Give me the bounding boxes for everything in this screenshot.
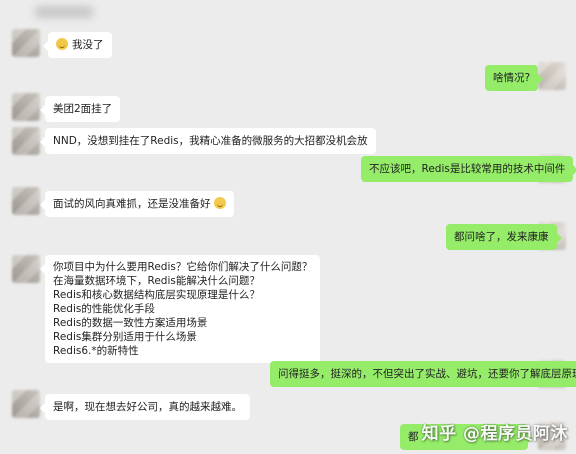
avatar[interactable] bbox=[12, 255, 40, 283]
embarrassed-emoji-icon bbox=[213, 197, 226, 209]
message-bubble-outgoing[interactable]: 问得挺多，挺深的，不但突出了实战、避坑，还要你了解底层原理 bbox=[270, 361, 576, 387]
message-text: NND，没想到挂在了Redis，我精心准备的微服务的大招都没机会放 bbox=[53, 135, 368, 147]
message-bubble-incoming[interactable]: NND，没想到挂在了Redis，我精心准备的微服务的大招都没机会放 bbox=[40, 128, 376, 154]
watermark: 知乎 @程序员阿沐 bbox=[421, 424, 568, 444]
question-line: Redis6.*的新特性 bbox=[53, 345, 139, 357]
message-bubble-outgoing[interactable]: 不应该吧，Redis是比较常用的技术中间件 bbox=[361, 156, 576, 182]
message-text: 都 bbox=[408, 431, 419, 443]
chat-area: 我没了 啥情况? 美团2面挂了 NND，没想到挂在了Redis，我精心准备的微服… bbox=[0, 0, 576, 454]
message-text: 啥情况? bbox=[493, 72, 531, 84]
blurred-contact-name bbox=[34, 6, 94, 18]
message-bubble-incoming[interactable]: 面试的风向真难抓，还是没准备好 bbox=[40, 191, 234, 217]
message-text: 都问啥了，发来康康 bbox=[454, 231, 549, 243]
question-line: Redis的数据一致性方案适用场景 bbox=[53, 317, 208, 329]
question-line: Redis的性能优化手段 bbox=[53, 303, 155, 315]
avatar[interactable] bbox=[12, 93, 40, 121]
message-bubble-incoming[interactable]: 我没了 bbox=[43, 32, 112, 58]
message-text: 我没了 bbox=[72, 39, 104, 51]
message-text: 问得挺多，挺深的，不但突出了实战、避坑，还要你了解底层原理 bbox=[278, 368, 576, 380]
question-line: 在海量数据环境下，Redis能解决什么问题？ bbox=[53, 275, 260, 287]
avatar[interactable] bbox=[12, 187, 40, 215]
message-text: 美团2面挂了 bbox=[53, 103, 113, 115]
avatar[interactable] bbox=[12, 390, 40, 418]
message-bubble-incoming[interactable]: 是啊，现在想去好公司，真的越来越难。 bbox=[40, 394, 250, 420]
message-text: 不应该吧，Redis是比较常用的技术中间件 bbox=[369, 163, 566, 175]
message-bubble-incoming[interactable]: 你项目中为什么要用Redis？它给你们解决了什么问题？ 在海量数据环境下，Red… bbox=[39, 255, 321, 363]
message-text: 是啊，现在想去好公司，真的越来越难。 bbox=[53, 401, 242, 413]
question-line: Redis集群分别适用于什么场景 bbox=[53, 331, 197, 343]
avatar[interactable] bbox=[12, 127, 40, 155]
avatar[interactable] bbox=[12, 29, 40, 57]
message-bubble-incoming[interactable]: 美团2面挂了 bbox=[39, 96, 121, 122]
message-text: 面试的风向真难抓，还是没准备好 bbox=[53, 198, 211, 210]
question-line: 你项目中为什么要用Redis？它给你们解决了什么问题？ bbox=[53, 261, 313, 273]
question-line: Redis和核心数据结构底层实现原理是什么？ bbox=[53, 289, 260, 301]
smile-emoji-icon bbox=[56, 38, 68, 50]
message-bubble-outgoing[interactable]: 啥情况? bbox=[485, 65, 544, 91]
message-bubble-outgoing[interactable]: 都问啥了，发来康康 bbox=[446, 224, 561, 250]
